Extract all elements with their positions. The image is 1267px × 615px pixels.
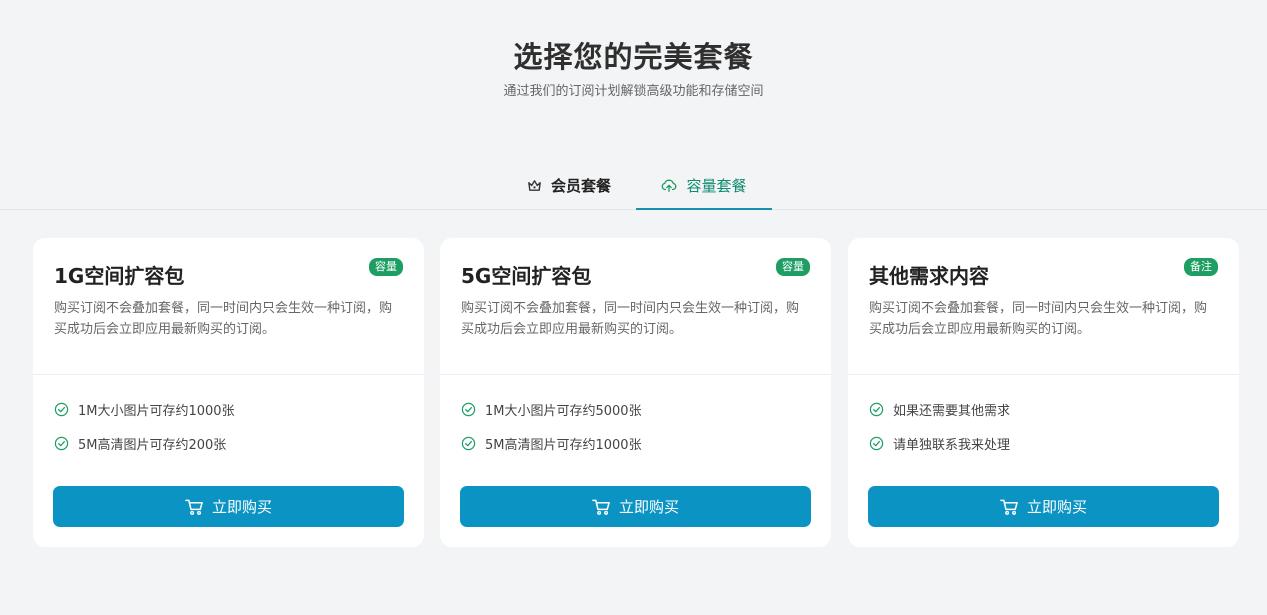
feature-item: 如果还需要其他需求 [869, 399, 1239, 419]
check-circle-icon [54, 402, 69, 417]
feature-item: 1M大小图片可存约5000张 [461, 399, 831, 419]
tab-label: 会员套餐 [550, 177, 611, 195]
feature-list: 1M大小图片可存约1000张 5M高清图片可存约200张 [33, 375, 424, 453]
feature-item: 5M高清图片可存约1000张 [461, 433, 831, 453]
feature-text: 5M高清图片可存约200张 [78, 437, 227, 453]
card-description: 购买订阅不会叠加套餐，同一时间内只会生效一种订阅，购买成功后会立即应用最新购买的… [54, 301, 393, 337]
button-label: 立即购买 [1026, 498, 1087, 516]
check-circle-icon [869, 402, 884, 417]
card-badge: 备注 [1184, 258, 1218, 276]
card-header: 5G空间扩容包 容量 购买订阅不会叠加套餐，同一时间内只会生效一种订阅，购买成功… [440, 238, 831, 375]
tab-label: 容量套餐 [686, 176, 747, 195]
card-title: 1G空间扩容包 [54, 264, 185, 288]
page-header: 选择您的完美套餐 通过我们的订阅计划解锁高级功能和存储空间 [0, 0, 1267, 101]
feature-text: 如果还需要其他需求 [893, 403, 1011, 419]
feature-item: 5M高清图片可存约200张 [54, 433, 424, 453]
check-circle-icon [461, 402, 476, 417]
card-badge: 容量 [369, 258, 403, 276]
feature-text: 1M大小图片可存约5000张 [485, 403, 642, 419]
card-badge: 容量 [776, 258, 810, 276]
feature-text: 5M高清图片可存约1000张 [485, 437, 642, 453]
feature-item: 请单独联系我来处理 [869, 433, 1239, 453]
card-description: 购买订阅不会叠加套餐，同一时间内只会生效一种订阅，购买成功后会立即应用最新购买的… [461, 301, 800, 337]
cloud-upload-icon [661, 178, 677, 193]
page-title: 选择您的完美套餐 [513, 40, 754, 74]
check-circle-icon [869, 436, 884, 451]
plan-card: 5G空间扩容包 容量 购买订阅不会叠加套餐，同一时间内只会生效一种订阅，购买成功… [440, 238, 831, 547]
buy-now-button[interactable]: 立即购买 [460, 486, 811, 527]
check-circle-icon [461, 436, 476, 451]
card-title: 5G空间扩容包 [461, 264, 592, 288]
tab-member-plans[interactable]: 会员套餐 [502, 162, 636, 209]
buy-now-button[interactable]: 立即购买 [53, 486, 404, 527]
page-subtitle: 通过我们的订阅计划解锁高级功能和存储空间 [503, 84, 764, 99]
feature-text: 请单独联系我来处理 [893, 437, 1011, 453]
card-title: 其他需求内容 [869, 264, 989, 288]
plan-tabs: 会员套餐 容量套餐 [0, 162, 1267, 210]
shopping-cart-icon [185, 498, 204, 516]
button-label: 立即购买 [618, 498, 679, 516]
shopping-cart-icon [592, 498, 611, 516]
plan-card: 1G空间扩容包 容量 购买订阅不会叠加套餐，同一时间内只会生效一种订阅，购买成功… [33, 238, 424, 547]
feature-item: 1M大小图片可存约1000张 [54, 399, 424, 419]
crown-icon [527, 178, 542, 193]
shopping-cart-icon [1000, 498, 1019, 516]
feature-list: 1M大小图片可存约5000张 5M高清图片可存约1000张 [440, 375, 831, 453]
card-header: 1G空间扩容包 容量 购买订阅不会叠加套餐，同一时间内只会生效一种订阅，购买成功… [33, 238, 424, 375]
feature-text: 1M大小图片可存约1000张 [78, 403, 235, 419]
buy-now-button[interactable]: 立即购买 [868, 486, 1219, 527]
plan-card: 其他需求内容 备注 购买订阅不会叠加套餐，同一时间内只会生效一种订阅，购买成功后… [848, 238, 1239, 547]
card-header: 其他需求内容 备注 购买订阅不会叠加套餐，同一时间内只会生效一种订阅，购买成功后… [848, 238, 1239, 375]
feature-list: 如果还需要其他需求 请单独联系我来处理 [848, 375, 1239, 453]
card-description: 购买订阅不会叠加套餐，同一时间内只会生效一种订阅，购买成功后会立即应用最新购买的… [869, 301, 1208, 337]
button-label: 立即购买 [211, 498, 272, 516]
tab-capacity-plans[interactable]: 容量套餐 [636, 162, 772, 210]
check-circle-icon [54, 436, 69, 451]
